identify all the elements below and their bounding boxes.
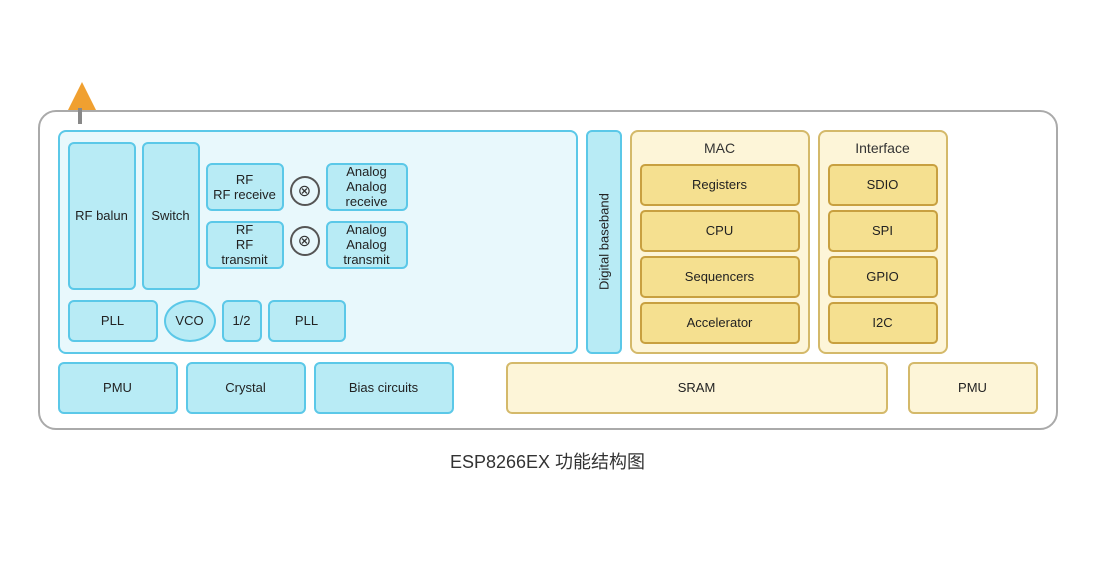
analog-transmit-block: AnalogAnalog transmit <box>326 221 408 269</box>
sram-block: SRAM <box>506 362 888 414</box>
mac-title: MAC <box>640 140 800 156</box>
sequencers-block: Sequencers <box>640 256 800 298</box>
mixer-col: ⊗ ⊗ <box>290 142 320 290</box>
antenna-stem-icon <box>78 108 82 124</box>
spi-block: SPI <box>828 210 938 252</box>
pmu-right-block: PMU <box>908 362 1038 414</box>
gpio-block: GPIO <box>828 256 938 298</box>
pll-right-block: PLL <box>268 300 346 342</box>
i2c-block: I2C <box>828 302 938 344</box>
main-row: RF balun Switch RFRF receive RFRF transm… <box>58 130 1038 354</box>
rf-transmit-block: RFRF transmit <box>206 221 284 269</box>
rf-group: RFRF receive RFRF transmit <box>206 142 284 290</box>
registers-block: Registers <box>640 164 800 206</box>
interface-title: Interface <box>828 140 938 156</box>
digital-baseband-block: Digital baseband <box>586 130 622 354</box>
rf-balun-block: RF balun <box>68 142 136 290</box>
antenna-triangle-icon <box>68 82 96 110</box>
pmu-left-block: PMU <box>58 362 178 414</box>
sdio-block: SDIO <box>828 164 938 206</box>
analog-section: RF balun Switch RFRF receive RFRF transm… <box>58 130 578 354</box>
switch-block: Switch <box>142 142 200 290</box>
diagram-caption: ESP8266EX 功能结构图 <box>450 448 645 474</box>
diagram-container: RF balun Switch RFRF receive RFRF transm… <box>38 110 1058 430</box>
analog-receive-block: AnalogAnalog receive <box>326 163 408 211</box>
half-block: 1/2 <box>222 300 262 342</box>
cpu-block: CPU <box>640 210 800 252</box>
analog-group: AnalogAnalog receive AnalogAnalog transm… <box>326 142 408 290</box>
accelerator-block: Accelerator <box>640 302 800 344</box>
mac-section: MAC Registers CPU Sequencers Accelerator <box>630 130 810 354</box>
pll-row: PLL VCO 1/2 PLL <box>68 300 568 342</box>
pll-left-block: PLL <box>68 300 158 342</box>
rf-receive-block: RFRF receive <box>206 163 284 211</box>
mixer-receive-icon: ⊗ <box>290 176 320 206</box>
interface-section: Interface SDIO SPI GPIO I2C <box>818 130 948 354</box>
mixer-transmit-icon: ⊗ <box>290 226 320 256</box>
crystal-block: Crystal <box>186 362 306 414</box>
bottom-row: PMU Crystal Bias circuits SRAM PMU <box>58 362 1038 414</box>
bias-circuits-block: Bias circuits <box>314 362 454 414</box>
vco-block: VCO <box>164 300 216 342</box>
